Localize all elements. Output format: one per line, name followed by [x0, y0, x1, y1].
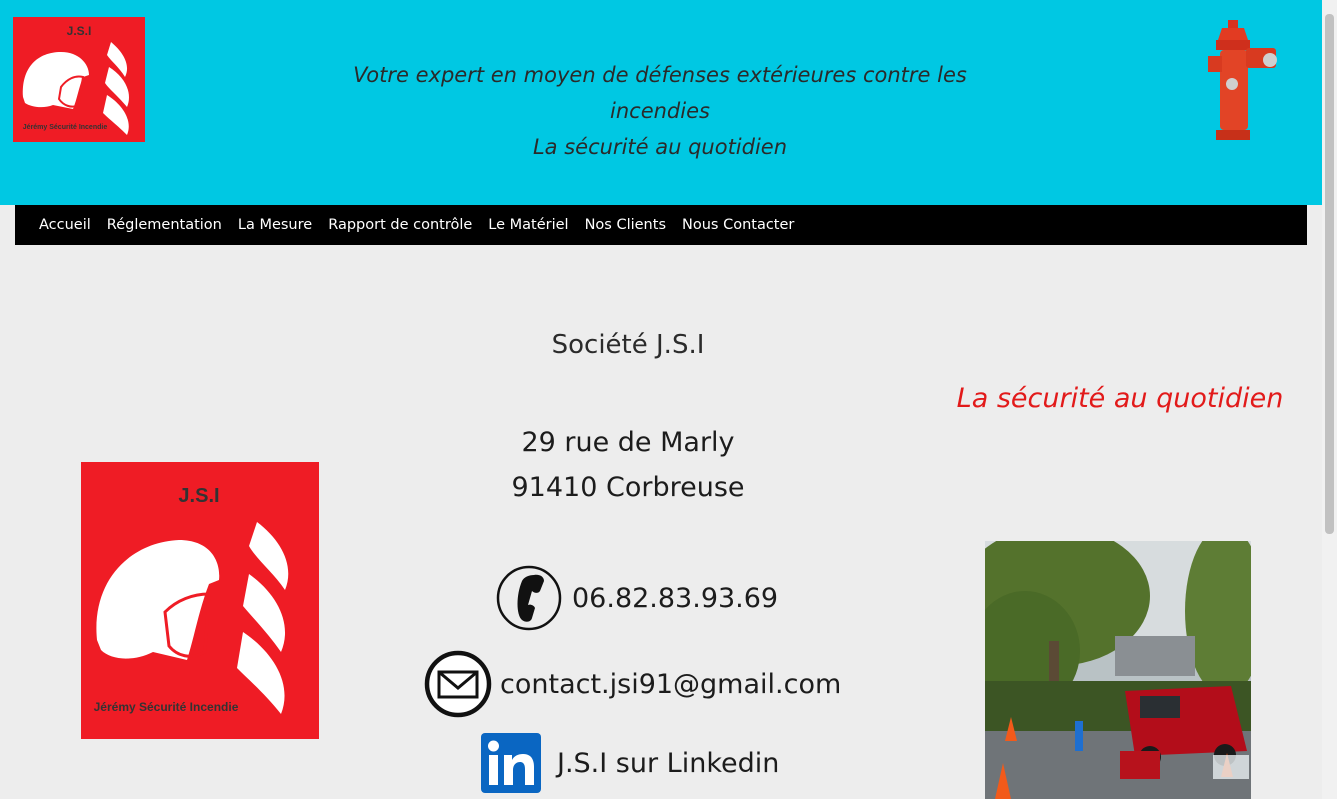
nav-item-rapport-de-controle[interactable]: Rapport de contrôle	[328, 217, 472, 233]
nav-item-accueil[interactable]: Accueil	[39, 217, 91, 233]
linkedin-contact[interactable]: J.S.I sur Linkedin	[481, 733, 779, 793]
intervention-photo	[985, 541, 1251, 799]
email-address[interactable]: contact.jsi91@gmail.com	[500, 669, 841, 700]
phone-contact[interactable]: 06.82.83.93.69	[496, 565, 778, 631]
svg-text:J.S.I: J.S.I	[178, 485, 219, 507]
nav-item-nous-contacter[interactable]: Nous Contacter	[682, 217, 794, 233]
svg-text:Jérémy Sécurité Incendie: Jérémy Sécurité Incendie	[23, 124, 108, 131]
email-contact[interactable]: contact.jsi91@gmail.com	[424, 650, 841, 718]
phone-number[interactable]: 06.82.83.93.69	[572, 583, 778, 614]
nav-item-reglementation[interactable]: Réglementation	[107, 217, 222, 233]
phone-icon	[496, 565, 562, 631]
nav-item-nos-clients[interactable]: Nos Clients	[585, 217, 666, 233]
header-logo[interactable]: J.S.I Jérémy Sécurité Incendie	[13, 17, 145, 142]
mail-icon	[424, 650, 492, 718]
tagline-line-1: Votre expert en moyen de défenses extéri…	[353, 63, 967, 123]
linkedin-link[interactable]: J.S.I sur Linkedin	[557, 748, 779, 779]
scrollbar-thumb[interactable]	[1325, 14, 1334, 534]
main-nav: Accueil Réglementation La Mesure Rapport…	[15, 205, 1307, 245]
tagline-line-2: La sécurité au quotidien	[532, 135, 788, 159]
vertical-scrollbar[interactable]	[1322, 0, 1337, 799]
address-street: 29 rue de Marly	[521, 427, 735, 458]
nav-item-la-mesure[interactable]: La Mesure	[238, 217, 312, 233]
fire-hydrant-image	[1206, 18, 1286, 142]
slogan: La sécurité au quotidien	[956, 383, 1284, 414]
site-header: J.S.I Jérémy Sécurité Incendie Votre exp…	[0, 0, 1322, 205]
linkedin-icon	[481, 733, 541, 793]
nav-item-le-materiel[interactable]: Le Matériel	[488, 217, 568, 233]
header-tagline: Votre expert en moyen de défenses extéri…	[300, 57, 1020, 165]
svg-text:J.S.I: J.S.I	[67, 24, 92, 38]
company-address: 29 rue de Marly 91410 Corbreuse	[428, 420, 828, 510]
company-logo: J.S.I Jérémy Sécurité Incendie	[81, 462, 319, 739]
company-name: Société J.S.I	[551, 330, 705, 360]
address-city: 91410 Corbreuse	[511, 472, 745, 503]
svg-text:Jérémy Sécurité Incendie: Jérémy Sécurité Incendie	[94, 700, 239, 714]
